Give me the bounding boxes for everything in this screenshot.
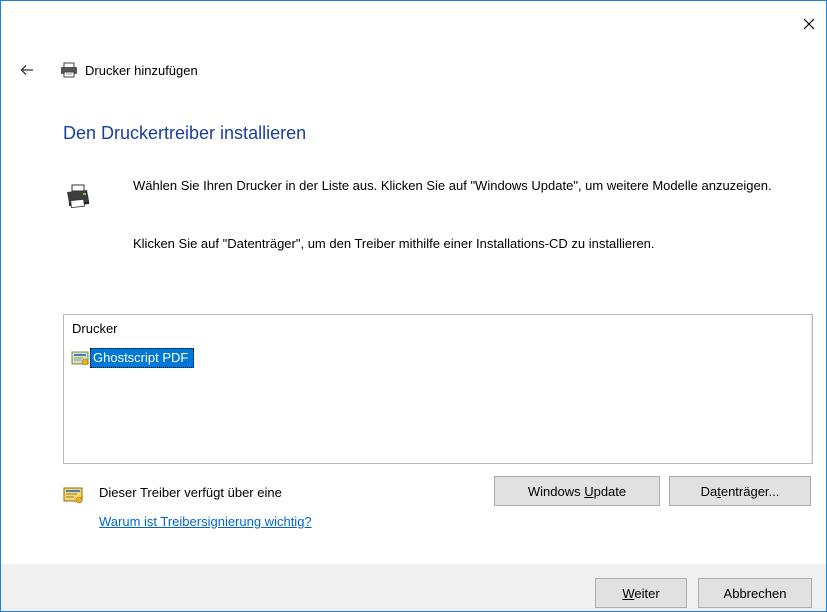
printer-list[interactable]: Drucker Ghostscript PDF	[63, 314, 813, 464]
list-item[interactable]: Ghostscript PDF	[70, 347, 195, 369]
driver-signing-text: Dieser Treiber verfügt über eine	[99, 485, 282, 500]
instruction-text-2: Klicken Sie auf "Datenträger", um den Tr…	[133, 236, 655, 251]
back-button[interactable]	[17, 60, 37, 80]
instruction-text-1: Wählen Sie Ihren Drucker in der Liste au…	[133, 178, 772, 193]
dialog-header: Drucker hinzufügen	[17, 59, 198, 81]
back-arrow-icon	[20, 65, 33, 75]
page-heading: Den Druckertreiber installieren	[63, 123, 307, 143]
add-printer-dialog: Drucker hinzufügen Den Druckertreiber in…	[0, 0, 827, 612]
list-item-label: Ghostscript PDF	[90, 348, 195, 368]
printer-install-icon	[63, 181, 93, 211]
windows-update-button[interactable]: Windows Update	[494, 476, 660, 506]
list-scrollbar[interactable]	[811, 315, 812, 463]
next-button[interactable]: Weiter	[595, 578, 687, 608]
have-disk-button[interactable]: Datenträger...	[669, 476, 811, 506]
cancel-button[interactable]: Abbrechen	[698, 578, 812, 608]
list-column-header[interactable]: Drucker	[72, 321, 118, 336]
driver-signing-icon	[63, 485, 85, 505]
driver-signing-help-link[interactable]: Warum ist Treibersignierung wichtig?	[99, 514, 312, 529]
windows-update-label: Windows Update	[527, 483, 627, 499]
close-icon	[803, 18, 815, 30]
dialog-title: Drucker hinzufügen	[85, 62, 198, 78]
next-label: Weiter	[622, 585, 660, 601]
printer-icon	[59, 60, 79, 80]
driver-certificate-icon	[70, 349, 90, 367]
have-disk-label: Datenträger...	[700, 483, 780, 499]
close-button[interactable]	[798, 13, 820, 35]
dialog-footer: Weiter Abbrechen	[1, 564, 826, 611]
